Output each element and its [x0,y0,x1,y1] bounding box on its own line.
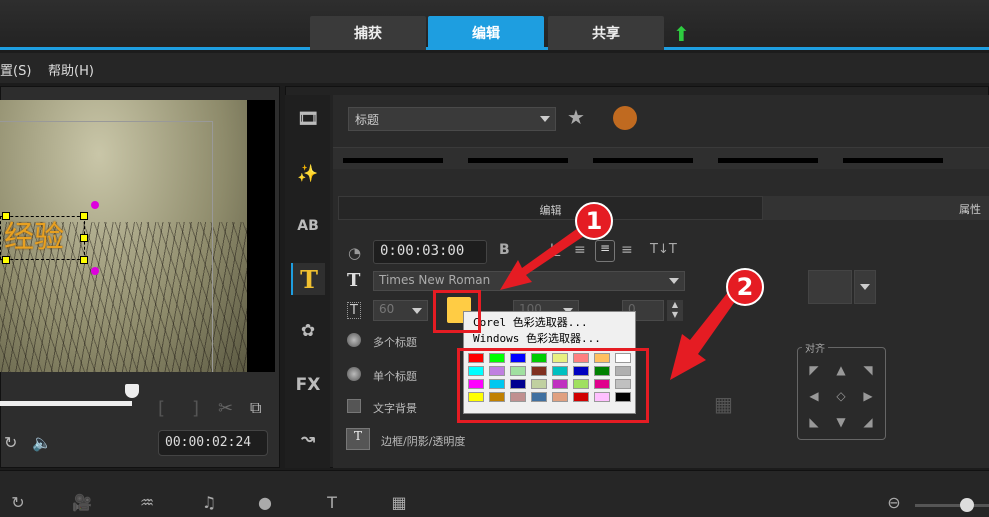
font-icon: T [347,270,361,291]
audio-mixer-icon[interactable]: ♒ [133,493,161,513]
category-value: 标题 [355,113,380,127]
zoom-slider-thumb[interactable] [960,498,974,512]
step-2-badge: 2 [726,268,764,306]
copy-icon[interactable]: ⧉ [250,398,261,418]
align-bottom-icon[interactable]: ▼ [834,415,848,429]
multi-title-radio[interactable] [347,333,361,347]
menu-bar: 置(S) 帮助(H) [0,53,989,83]
video-preview[interactable]: 经验 [0,100,247,372]
title-icon[interactable]: T [291,263,325,295]
subtitle-editor-icon[interactable]: T [318,493,346,513]
path-icon[interactable]: ↝ [291,423,325,455]
zoom-out-icon[interactable]: ⊖ [880,493,908,513]
single-title-radio[interactable] [347,367,361,381]
align-bottom-left-icon[interactable]: ◣ [807,415,821,429]
text-background-label: 文字背景 [373,402,417,415]
multi-camera-icon[interactable]: ▦ [385,493,413,513]
options-dial-icon[interactable] [613,106,637,130]
subtab-edit[interactable]: 编辑 [338,196,763,220]
align-left-icon[interactable]: ◀ [807,389,821,403]
add-favorite-icon[interactable]: ★ [567,105,585,129]
scrub-progress[interactable] [0,401,132,406]
mark-out-icon[interactable]: ] [192,398,199,419]
font-size-icon: T [347,302,361,319]
align-top-icon[interactable]: ▲ [834,363,848,377]
grid-settings-icon[interactable]: ▦ [714,392,733,416]
scrub-handle[interactable] [125,384,139,398]
rotate-handle[interactable] [91,267,99,275]
align-center-icon[interactable]: ◇ [834,389,848,403]
upload-arrow-icon[interactable]: ⬆ [673,22,690,46]
volume-icon[interactable]: 🔈 [32,433,52,452]
menu-settings[interactable]: 置(S) [0,60,31,79]
zoom-slider[interactable] [915,504,989,507]
top-bar: 捕获 编辑 共享 ⬆ [0,0,989,50]
align-top-right-icon[interactable]: ◥ [861,363,875,377]
align-label: 对齐 [802,340,828,355]
border-shadow-button[interactable]: T [346,428,370,450]
overlay-text[interactable]: 经验 [4,212,64,256]
background-color-dropdown[interactable] [854,270,876,304]
motion-tracking-icon[interactable]: ● [251,493,279,513]
instant-project-icon[interactable]: ✨ [291,158,325,190]
align-bottom-right-icon[interactable]: ◢ [861,415,875,429]
font-size-value: 60 [379,302,395,316]
single-title-label: 单个标题 [373,370,417,383]
tab-edit[interactable]: 编辑 [428,16,544,50]
media-icon[interactable]: 🎞 [291,103,325,135]
font-size-dropdown[interactable]: 60 [373,300,428,321]
annotation-arrows [500,228,736,380]
step-1-badge: 1 [575,202,613,240]
tab-capture[interactable]: 捕获 [310,16,426,50]
text-background-checkbox[interactable] [347,399,361,413]
repeat-icon[interactable]: ↻ [4,433,17,452]
subtab-attributes[interactable]: 属性 [763,196,989,220]
align-group: 对齐 ◤ ▲ ◥ ◀ ◇ ▶ ◣ ▼ ◢ [797,340,886,440]
mark-in-icon[interactable]: [ [158,398,165,419]
multi-title-label: 多个标题 [373,336,417,349]
align-top-left-icon[interactable]: ◤ [807,363,821,377]
menu-help[interactable]: 帮助(H) [48,60,94,79]
category-dropdown[interactable]: 标题 [348,107,556,131]
background-color-swatch[interactable] [808,270,852,304]
align-right-icon[interactable]: ▶ [861,389,875,403]
fx-icon[interactable]: FX [291,369,325,401]
graphics-icon[interactable]: ✿ [291,315,325,347]
border-shadow-label[interactable]: 边框/阴影/透明度 [381,433,465,449]
auto-music-icon[interactable]: ♫ [195,493,223,513]
clock-icon: ◔ [348,244,362,262]
library-sidebar: 🎞 ✨ AB T ✿ FX ↝ [285,95,330,468]
tab-share[interactable]: 共享 [548,16,664,50]
scissors-icon[interactable]: ✂ [218,398,233,419]
record-capture-icon[interactable]: 🎥 [68,493,96,513]
timecode-field[interactable]: 00:00:02:24 [158,430,268,456]
transition-icon[interactable]: AB [291,210,325,242]
rotate-handle[interactable] [91,201,99,209]
redo-icon[interactable]: ↻ [4,493,32,513]
